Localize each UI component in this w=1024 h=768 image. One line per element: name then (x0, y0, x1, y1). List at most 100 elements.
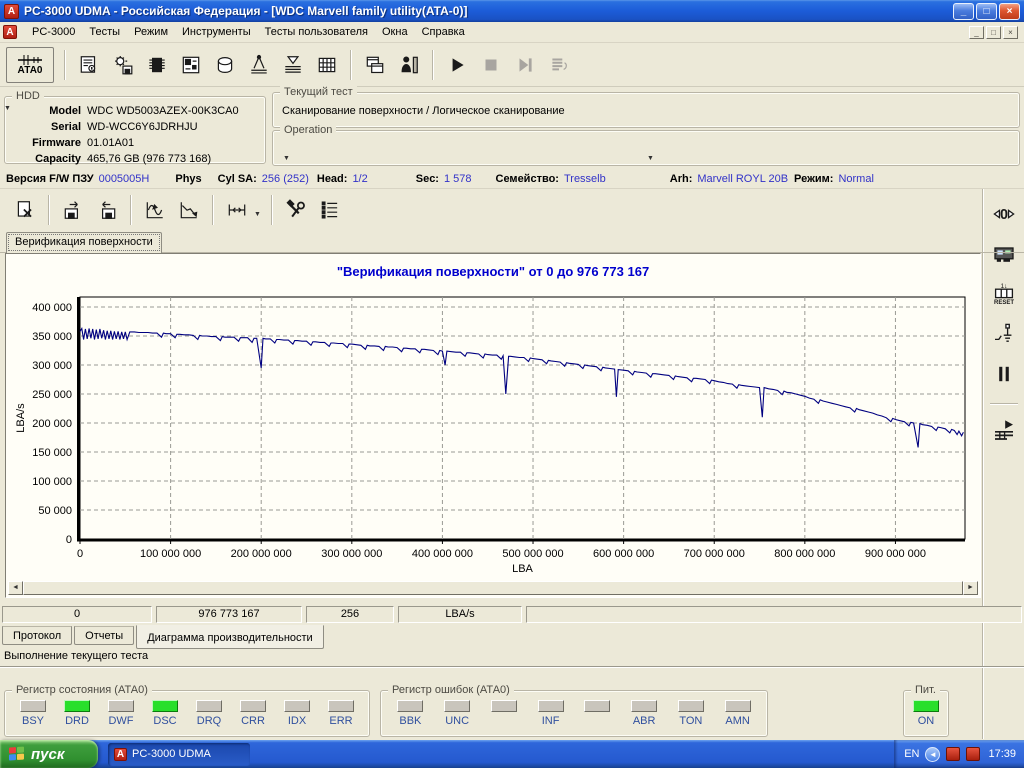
main-task-list-button[interactable] (542, 48, 576, 82)
rail-bus-start-button[interactable] (987, 413, 1021, 447)
menu-item-4[interactable]: Тесты пользователя (258, 24, 375, 40)
operation-combo-arrow-2[interactable]: ▼ (647, 155, 654, 162)
minimize-button[interactable]: _ (953, 3, 974, 20)
y-tick-label: 0 (66, 534, 72, 546)
chart-script-list-button[interactable] (313, 193, 347, 227)
led-indicator-DRQ (196, 700, 222, 712)
status-register-groupbox: Регистр состояния (АТА0) BSYDRDDWFDSCDRQ… (4, 690, 370, 737)
zero-position-icon: 0 (992, 202, 1016, 226)
mdi-close-button[interactable]: × (1003, 26, 1018, 39)
wave-view-icon (144, 199, 166, 221)
led-indicator-ERR (328, 700, 354, 712)
scroll-left-arrow[interactable]: ◄ (8, 581, 23, 595)
taskbar-task-pc3000[interactable]: А PC-3000 UDMA (108, 743, 250, 766)
led-item-blank (487, 700, 521, 727)
mdi-restore-button[interactable]: □ (986, 26, 1001, 39)
led-label: DWF (108, 715, 133, 727)
led-label: DSC (153, 715, 176, 727)
menu-item-6[interactable]: Справка (415, 24, 472, 40)
main-grid-sectors-button[interactable] (310, 48, 344, 82)
chart-interval-button[interactable] (220, 193, 254, 227)
hide-icons-chevron[interactable]: ◄ (925, 747, 940, 762)
title-bar: А PC-3000 UDMA - Российская Федерация - … (0, 0, 1024, 22)
chart-floppy-load-button[interactable] (90, 193, 124, 227)
fw-status-label: Sec: (416, 173, 439, 185)
x-axis-label: LBA (512, 563, 533, 575)
tray-icon-pc3000-2[interactable] (966, 747, 980, 761)
main-measure-button[interactable] (242, 48, 276, 82)
bottom-tab-1[interactable]: Отчеты (74, 626, 134, 645)
menu-item-0[interactable]: PC-3000 (25, 24, 82, 40)
mdi-minimize-button[interactable]: _ (969, 26, 984, 39)
status-register-leds: BSYDRDDWFDSCDRQCRRIDXERR (5, 691, 369, 727)
main-passport-button[interactable] (72, 48, 106, 82)
scrollbar-thumb[interactable] (23, 581, 963, 595)
status-register-label: Регистр состояния (АТА0) (12, 684, 152, 696)
fw-status-value: Tresselb (564, 173, 606, 185)
chart-decline-view-button[interactable] (172, 193, 206, 227)
rail-zero-position-button[interactable]: 0 (987, 197, 1021, 231)
led-label: CRR (241, 715, 265, 727)
close-button[interactable]: × (999, 3, 1020, 20)
main-play-button[interactable] (440, 48, 474, 82)
y-tick-label: 400 000 (32, 302, 72, 314)
tray-icon-pc3000-1[interactable] (946, 747, 960, 761)
power-state-label: ON (918, 715, 935, 727)
main-resource-map-button[interactable] (174, 48, 208, 82)
result-cell-2: 256 (306, 606, 394, 623)
x-tick-label: 500 000 000 (502, 548, 563, 560)
doc-clear-icon (14, 199, 36, 221)
chart-floppy-save-button[interactable] (56, 193, 90, 227)
chart-horizontal-scrollbar: ◄ ► (8, 581, 978, 595)
tab-surface-verification[interactable]: Верификация поверхности (6, 232, 162, 253)
menu-item-1[interactable]: Тесты (82, 24, 127, 40)
rail-power-pin-button[interactable] (987, 317, 1021, 351)
menu-item-5[interactable]: Окна (375, 24, 415, 40)
main-filter-button[interactable] (276, 48, 310, 82)
bottom-tabs: ПротоколОтчетыДиаграмма производительнос… (2, 626, 326, 652)
rail-pause-button[interactable] (987, 357, 1021, 391)
fw-status-label: Arh: (670, 173, 693, 185)
operation-combo-arrow-1[interactable]: ▼ (283, 155, 290, 162)
main-user-exit-button[interactable] (392, 48, 426, 82)
language-indicator[interactable]: EN (904, 748, 919, 760)
led-item-INF: INF (534, 700, 568, 727)
main-stop-button[interactable] (474, 48, 508, 82)
chart-toolbar: ▼ (0, 189, 980, 231)
menu-item-3[interactable]: Инструменты (175, 24, 258, 40)
maximize-button[interactable]: □ (976, 3, 997, 20)
rail-pci-card-button[interactable] (987, 237, 1021, 271)
chart-doc-clear-button[interactable] (8, 193, 42, 227)
clock: 17:39 (988, 748, 1016, 760)
toolbar-separator (130, 195, 132, 225)
chart-wave-view-button[interactable] (138, 193, 172, 227)
hdd-field-row: ModelWDC WD5003AZEX-00K3CA0 (5, 103, 265, 119)
windows-flag-icon (9, 746, 25, 761)
main-chip-button[interactable] (140, 48, 174, 82)
reset-counter-icon: 1↓RESET (992, 282, 1016, 306)
error-register-leds: BBKUNCINFABRTONAMN (381, 691, 767, 727)
bottom-tab-0[interactable]: Протокол (2, 626, 72, 645)
menu-bar: А PC-3000ТестыРежимИнструментыТесты поль… (0, 22, 1024, 43)
hdd-dropdown-arrow[interactable]: ▼ (4, 105, 11, 112)
main-step-forward-button[interactable] (508, 48, 542, 82)
main-windows-cascade-button[interactable] (358, 48, 392, 82)
toolbar-separator (212, 195, 214, 225)
chart-tools-button[interactable] (279, 193, 313, 227)
x-tick-label: 700 000 000 (684, 548, 745, 560)
ata0-port-button[interactable]: АТА0 (6, 47, 54, 83)
main-utility-setup-button[interactable] (106, 48, 140, 82)
utility-setup-icon (112, 54, 134, 76)
result-cell-3: LBA/s (398, 606, 522, 623)
interval-dropdown-arrow[interactable]: ▼ (254, 211, 261, 218)
main-disk-cylinder-button[interactable] (208, 48, 242, 82)
menu-item-2[interactable]: Режим (127, 24, 175, 40)
led-indicator-TON (678, 700, 704, 712)
fw-status-value: 0005005H (99, 173, 150, 185)
bottom-tab-2[interactable]: Диаграмма производительности (136, 625, 324, 649)
rail-reset-counter-button[interactable]: 1↓RESET (987, 277, 1021, 311)
fw-status-item: Phys (175, 173, 201, 185)
scroll-right-arrow[interactable]: ► (963, 581, 978, 595)
rail-separator (990, 403, 1018, 405)
start-button[interactable]: пуск (0, 740, 98, 768)
